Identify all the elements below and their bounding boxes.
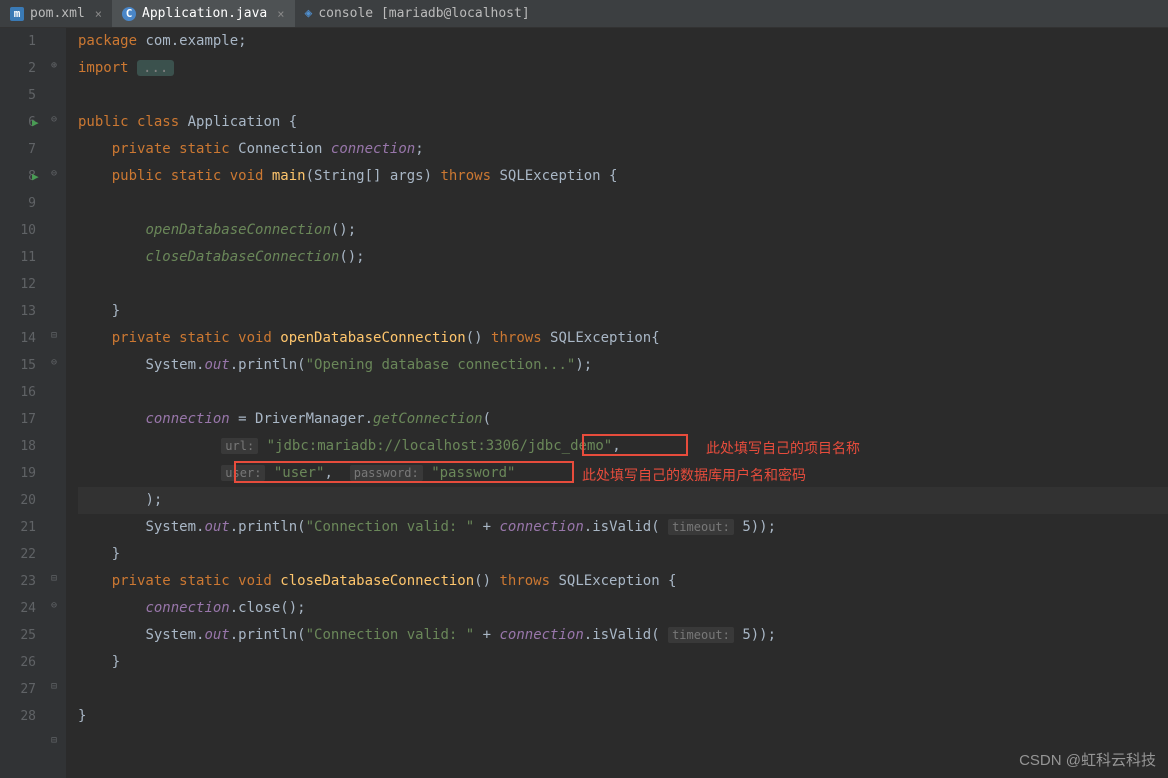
tab-label: Application.java bbox=[142, 6, 267, 21]
watermark: CSDN @虹科云科技 bbox=[1019, 749, 1156, 770]
code-line bbox=[78, 82, 1168, 109]
line-number: 8▶ bbox=[0, 163, 36, 190]
fold-collapse-icon[interactable]: ⊖ bbox=[51, 600, 57, 611]
parameter-hint: user: bbox=[221, 465, 265, 481]
fold-expand-icon[interactable]: ⊕ bbox=[51, 60, 57, 71]
line-number: 14 bbox=[0, 325, 36, 352]
code-line: private static void openDatabaseConnecti… bbox=[78, 325, 1168, 352]
code-line: private static void closeDatabaseConnect… bbox=[78, 568, 1168, 595]
code-line: } bbox=[78, 649, 1168, 676]
close-icon[interactable]: × bbox=[95, 7, 102, 21]
code-line bbox=[78, 379, 1168, 406]
code-line: closeDatabaseConnection(); bbox=[78, 244, 1168, 271]
line-number: 11 bbox=[0, 244, 36, 271]
line-number-gutter: 1 2 5 6▶ 7 8▶ 9 10 11 12 13 14 15 16 17 … bbox=[0, 28, 48, 778]
code-line: } bbox=[78, 541, 1168, 568]
parameter-hint: url: bbox=[221, 438, 258, 454]
code-line: System.out.println("Opening database con… bbox=[78, 352, 1168, 379]
line-number: 21 bbox=[0, 514, 36, 541]
tab-label: console [mariadb@localhost] bbox=[318, 6, 529, 21]
run-gutter-icon[interactable]: ▶ bbox=[32, 109, 39, 136]
code-line: url: "jdbc:mariadb://localhost:3306/jdbc… bbox=[78, 433, 1168, 460]
code-line: } bbox=[78, 298, 1168, 325]
line-number: 15 bbox=[0, 352, 36, 379]
run-gutter-icon[interactable]: ▶ bbox=[32, 163, 39, 190]
code-line: public class Application { bbox=[78, 109, 1168, 136]
line-number: 17 bbox=[0, 406, 36, 433]
folded-region[interactable]: ... bbox=[137, 60, 174, 76]
fold-collapse-icon[interactable]: ⊖ bbox=[51, 357, 57, 368]
database-icon: ◈ bbox=[305, 6, 313, 21]
code-line bbox=[78, 676, 1168, 703]
line-number: 9 bbox=[0, 190, 36, 217]
fold-column: ⊕ ⊖ ⊖ ⊟ ⊖ ⊟ ⊖ ⊟ ⊟ bbox=[48, 28, 66, 778]
fold-end-icon[interactable]: ⊟ bbox=[51, 573, 57, 584]
code-line bbox=[78, 271, 1168, 298]
line-number: 19 bbox=[0, 460, 36, 487]
annotation-text: 此处填写自己的数据库用户名和密码 bbox=[582, 465, 806, 485]
line-number: 12 bbox=[0, 271, 36, 298]
code-line bbox=[78, 190, 1168, 217]
parameter-hint: timeout: bbox=[668, 627, 734, 643]
code-line: package com.example; bbox=[78, 28, 1168, 55]
code-line: ); bbox=[78, 487, 1168, 514]
parameter-hint: password: bbox=[350, 465, 423, 481]
parameter-hint: timeout: bbox=[668, 519, 734, 535]
maven-icon: m bbox=[10, 7, 24, 21]
java-class-icon: C bbox=[122, 7, 136, 21]
tab-label: pom.xml bbox=[30, 6, 85, 21]
line-number: 5 bbox=[0, 82, 36, 109]
line-number: 16 bbox=[0, 379, 36, 406]
line-number: 20 bbox=[0, 487, 36, 514]
fold-collapse-icon[interactable]: ⊖ bbox=[51, 168, 57, 179]
code-line: private static Connection connection; bbox=[78, 136, 1168, 163]
line-number: 6▶ bbox=[0, 109, 36, 136]
line-number: 13 bbox=[0, 298, 36, 325]
line-number: 26 bbox=[0, 649, 36, 676]
annotation-text: 此处填写自己的项目名称 bbox=[706, 438, 860, 458]
editor-tabs: m pom.xml × C Application.java × ◈ conso… bbox=[0, 0, 1168, 28]
code-editor[interactable]: 1 2 5 6▶ 7 8▶ 9 10 11 12 13 14 15 16 17 … bbox=[0, 28, 1168, 778]
line-number: 7 bbox=[0, 136, 36, 163]
line-number: 1 bbox=[0, 28, 36, 55]
tab-console[interactable]: ◈ console [mariadb@localhost] bbox=[295, 0, 540, 27]
tab-pom-xml[interactable]: m pom.xml × bbox=[0, 0, 112, 27]
code-line: public static void main(String[] args) t… bbox=[78, 163, 1168, 190]
code-line: System.out.println("Connection valid: " … bbox=[78, 622, 1168, 649]
code-line: import ... bbox=[78, 55, 1168, 82]
code-line: connection = DriverManager.getConnection… bbox=[78, 406, 1168, 433]
line-number: 24 bbox=[0, 595, 36, 622]
fold-end-icon[interactable]: ⊟ bbox=[51, 330, 57, 341]
line-number: 18 bbox=[0, 433, 36, 460]
fold-end-icon[interactable]: ⊟ bbox=[51, 735, 57, 746]
line-number: 22 bbox=[0, 541, 36, 568]
code-line: connection.close(); bbox=[78, 595, 1168, 622]
line-number: 28 bbox=[0, 703, 36, 730]
code-area[interactable]: package com.example; import ... public c… bbox=[66, 28, 1168, 778]
line-number: 23 bbox=[0, 568, 36, 595]
tab-application-java[interactable]: C Application.java × bbox=[112, 0, 294, 27]
code-line: System.out.println("Connection valid: " … bbox=[78, 514, 1168, 541]
line-number: 27 bbox=[0, 676, 36, 703]
line-number: 10 bbox=[0, 217, 36, 244]
close-icon[interactable]: × bbox=[277, 7, 284, 21]
line-number: 2 bbox=[0, 55, 36, 82]
code-line: } bbox=[78, 703, 1168, 730]
code-line: openDatabaseConnection(); bbox=[78, 217, 1168, 244]
line-number: 25 bbox=[0, 622, 36, 649]
fold-end-icon[interactable]: ⊟ bbox=[51, 681, 57, 692]
fold-collapse-icon[interactable]: ⊖ bbox=[51, 114, 57, 125]
